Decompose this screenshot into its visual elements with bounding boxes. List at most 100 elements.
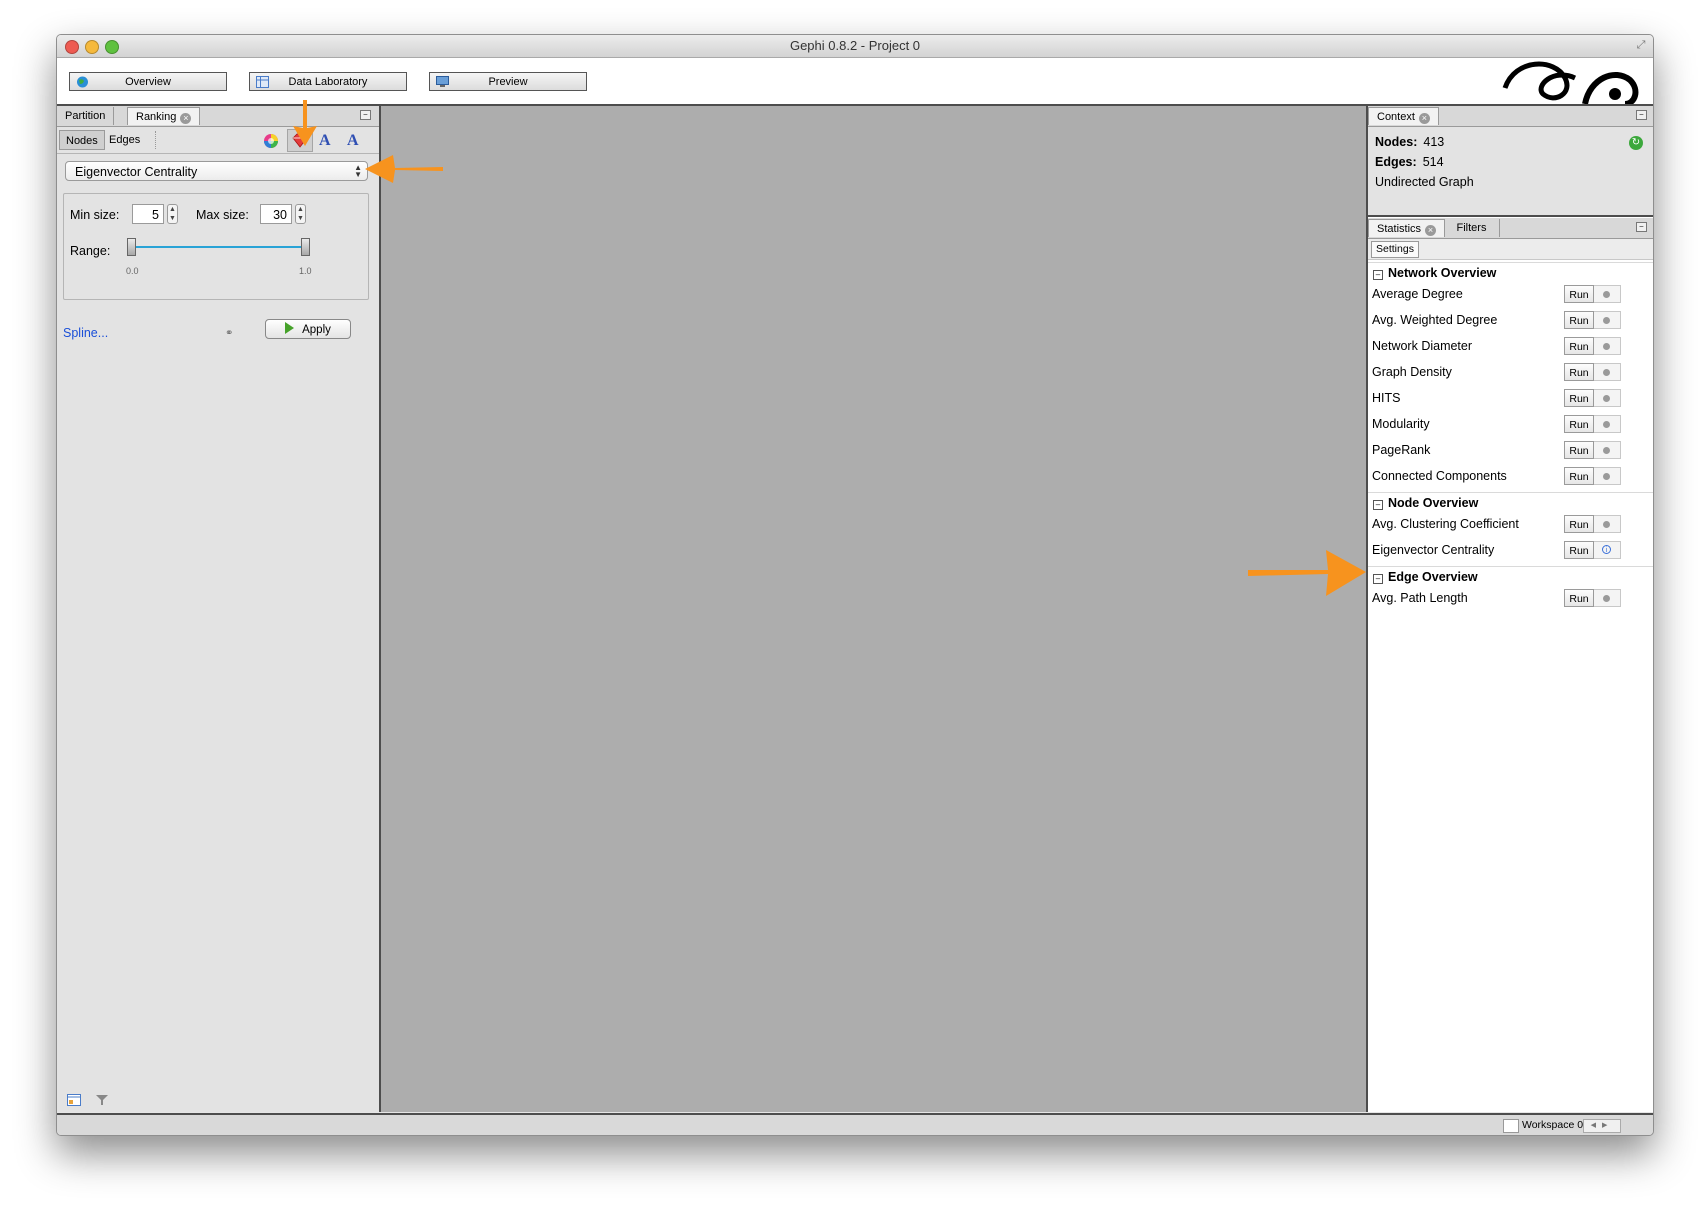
run-status[interactable] (1594, 363, 1621, 381)
range-slider-track[interactable] (132, 246, 307, 248)
run-button[interactable]: Run (1564, 285, 1594, 303)
run-status[interactable] (1594, 389, 1621, 407)
zoom-window-button[interactable] (105, 40, 119, 54)
nodes-label: Nodes: (1375, 135, 1418, 149)
tab-nodes[interactable]: Nodes (59, 130, 105, 150)
run-button[interactable]: Run (1564, 389, 1594, 407)
stats-row: PageRank Run (1368, 438, 1653, 464)
close-window-button[interactable] (65, 40, 79, 54)
status-dot-icon (1603, 317, 1610, 324)
annotation-arrow-down (293, 100, 317, 146)
spline-link[interactable]: Spline... (63, 326, 108, 340)
run-button[interactable]: Run (1564, 311, 1594, 329)
data-laboratory-button[interactable]: Data Laboratory (249, 72, 407, 91)
context-tab-strip: Context × – (1368, 106, 1653, 127)
run-status[interactable] (1594, 515, 1621, 533)
graph-canvas[interactable] (381, 106, 1366, 1112)
run-status[interactable] (1594, 285, 1621, 303)
run-button[interactable]: Run (1564, 589, 1594, 607)
run-button[interactable]: Run (1564, 541, 1594, 559)
stats-row: Connected Components Run (1368, 464, 1653, 490)
label-color-icon[interactable]: A (319, 132, 337, 150)
max-size-stepper[interactable]: ▲ ▼ (295, 204, 306, 224)
range-slider-max-handle[interactable] (301, 238, 310, 256)
run-button[interactable]: Run (1564, 467, 1594, 485)
run-button[interactable]: Run (1564, 337, 1594, 355)
gephi-logo (1502, 61, 1639, 104)
run-status[interactable] (1594, 441, 1621, 459)
select-arrows-icon: ▲ ▼ (354, 163, 362, 179)
min-size-input[interactable]: 5 (132, 204, 164, 224)
settings-button[interactable]: Settings (1371, 241, 1419, 258)
run-button[interactable]: Run (1564, 515, 1594, 533)
run-button[interactable]: Run (1564, 441, 1594, 459)
stats-row: Network Diameter Run (1368, 334, 1653, 360)
status-dot-icon (1603, 395, 1610, 402)
collapse-toggle-icon[interactable]: – (1373, 574, 1383, 584)
fullscreen-icon[interactable]: ⤢ (1635, 39, 1647, 51)
range-slider-min-handle[interactable] (127, 238, 136, 256)
stats-section-title: Node Overview (1388, 496, 1479, 510)
stats-row: Avg. Path Length Run (1368, 586, 1653, 612)
min-size-stepper[interactable]: ▲ ▼ (167, 204, 178, 224)
edges-value: 514 (1422, 155, 1444, 169)
color-wheel-icon[interactable] (262, 132, 280, 150)
edges-label: Edges: (1375, 155, 1417, 169)
tab-context-label: Context (1377, 111, 1415, 123)
tab-filters[interactable]: Filters (1444, 219, 1500, 237)
run-status[interactable] (1594, 467, 1621, 485)
max-size-label: Max size: (196, 208, 249, 222)
run-status[interactable] (1594, 337, 1621, 355)
workspace-nav[interactable]: ◀▶ (1583, 1119, 1621, 1133)
collapse-toggle-icon[interactable]: – (1373, 270, 1383, 280)
min-size-label: Min size: (70, 208, 120, 222)
minimize-panel-icon[interactable]: – (1636, 110, 1647, 120)
run-status[interactable] (1594, 311, 1621, 329)
refresh-icon[interactable]: ↻ (1629, 136, 1643, 150)
tab-partition[interactable]: Partition (57, 107, 115, 125)
link-icon[interactable]: ⚭ (225, 328, 233, 339)
status-dot-icon (1603, 343, 1610, 350)
close-tab-icon[interactable]: × (1418, 113, 1430, 124)
preview-button[interactable]: Preview (429, 72, 587, 91)
status-dot-icon (1603, 421, 1610, 428)
stats-row: Eigenvector Centrality Run i (1368, 538, 1653, 564)
stats-section-title: Network Overview (1388, 266, 1497, 280)
tab-ranking[interactable]: Ranking × (127, 107, 201, 125)
stats-section-header[interactable]: – Edge Overview (1368, 566, 1653, 587)
tab-context[interactable]: Context × (1368, 107, 1439, 125)
run-status[interactable] (1594, 415, 1621, 433)
right-panel: Context × – Nodes: 413 Edges: 514 Undirecte… (1366, 106, 1653, 1112)
run-status[interactable]: i (1594, 541, 1621, 559)
stats-section-header[interactable]: – Network Overview (1368, 262, 1653, 283)
window-title: Gephi 0.8.2 - Project 0 (789, 38, 921, 53)
collapse-toggle-icon[interactable]: – (1373, 500, 1383, 510)
ranking-panel: Partition Ranking × – Nodes Edges A A Eig… (57, 106, 381, 1112)
overview-label: Overview (125, 76, 171, 88)
tab-filters-label: Filters (1456, 222, 1487, 234)
label-size-icon[interactable]: A (347, 132, 365, 150)
filter-icon[interactable] (95, 1094, 109, 1106)
minimize-panel-icon[interactable]: – (360, 110, 371, 120)
max-size-input[interactable]: 30 (260, 204, 292, 224)
data-laboratory-label: Data Laboratory (288, 76, 368, 88)
ranking-attribute-select[interactable]: Eigenvector Centrality ▲ ▼ (65, 161, 368, 181)
run-button[interactable]: Run (1564, 415, 1594, 433)
overview-button[interactable]: Overview (69, 72, 227, 91)
stats-section-header[interactable]: – Node Overview (1368, 492, 1653, 513)
minimize-window-button[interactable] (85, 40, 99, 54)
globe-icon (77, 76, 88, 88)
results-list-icon[interactable] (67, 1094, 81, 1106)
close-tab-icon[interactable]: × (1425, 225, 1437, 236)
stats-row-label: Graph Density (1372, 365, 1452, 379)
tab-statistics[interactable]: Statistics × (1368, 219, 1446, 237)
info-icon: i (1602, 545, 1611, 554)
stats-row-label: Average Degree (1372, 287, 1463, 301)
close-tab-icon[interactable]: × (180, 113, 192, 124)
tab-edges[interactable]: Edges (103, 130, 146, 150)
status-dot-icon (1603, 595, 1610, 602)
run-status[interactable] (1594, 589, 1621, 607)
minimize-panel-icon[interactable]: – (1636, 222, 1647, 232)
apply-button[interactable]: Apply (265, 319, 351, 339)
run-button[interactable]: Run (1564, 363, 1594, 381)
